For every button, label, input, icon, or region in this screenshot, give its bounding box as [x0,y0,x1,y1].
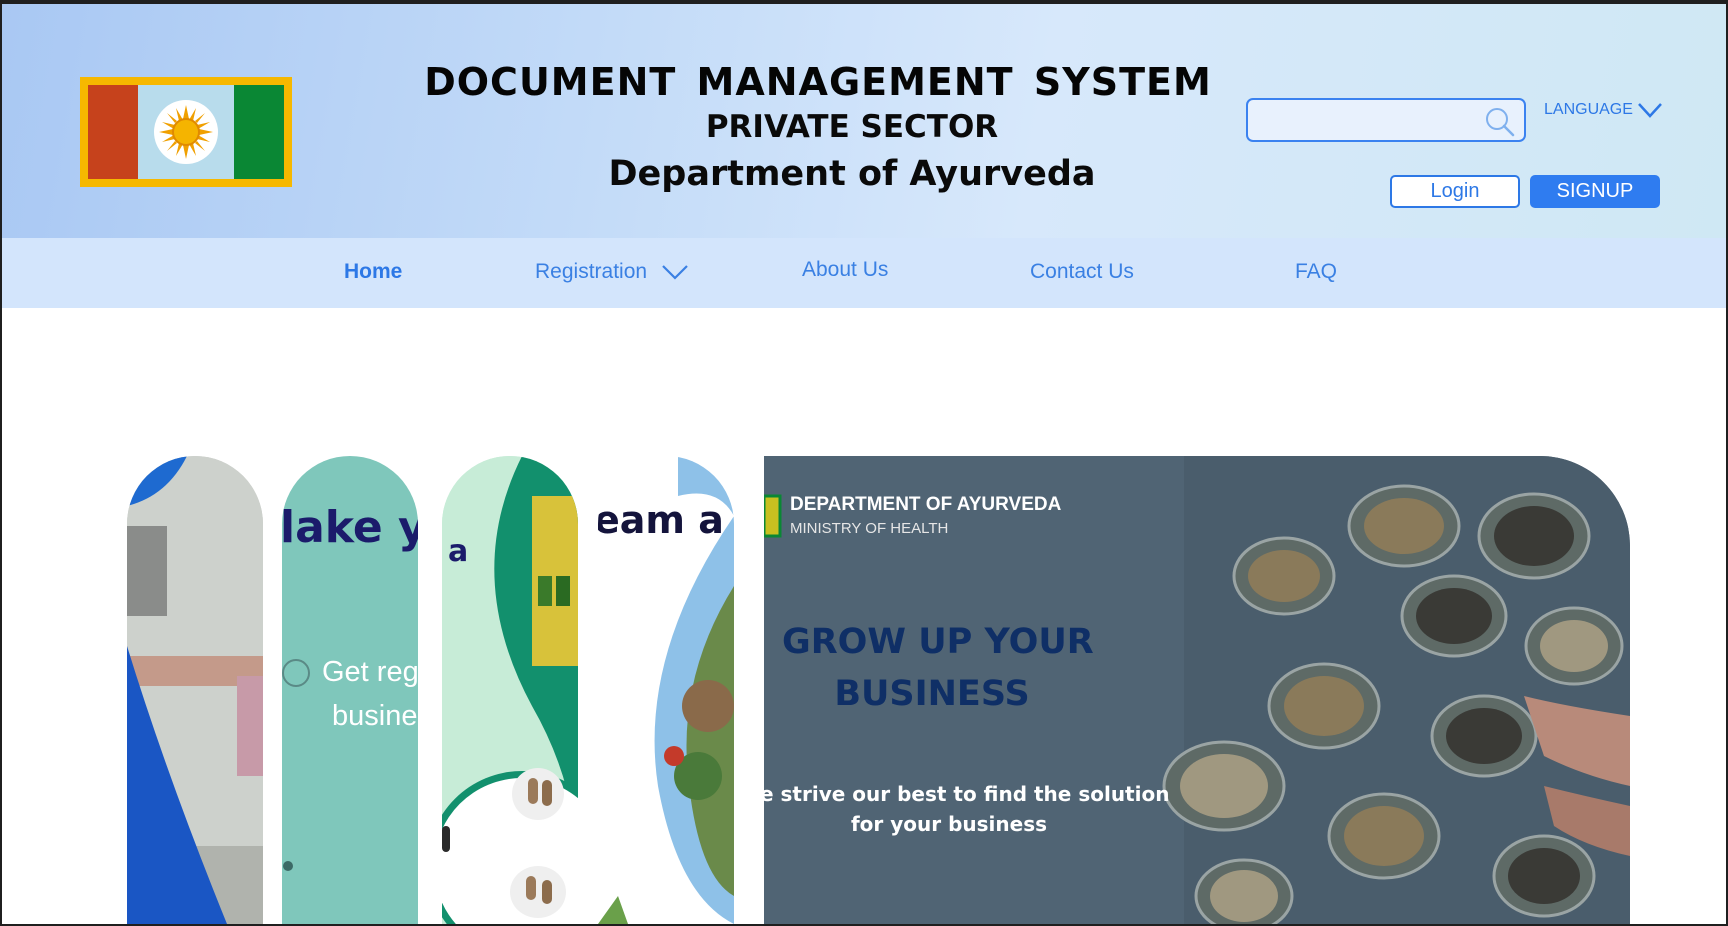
login-button[interactable]: Login [1390,175,1520,208]
nav-item-label: FAQ [1295,260,1338,283]
herbal-products-photo [442,456,578,924]
chevron-down-icon [662,265,688,280]
emblem-logo [80,77,292,187]
search-input[interactable] [1248,100,1468,140]
language-selector[interactable]: LANGUAGE [1544,101,1663,119]
card-heading: eam a [598,498,724,542]
signup-button[interactable]: SIGNUP [1530,175,1660,208]
nav-item-label: Contact Us [1030,260,1134,283]
tagline-line-1: e strive our best to find the solution [764,782,1170,806]
main-nav: Home Registration About Us Contact Us FA… [2,238,1726,308]
headline-line-2: BUSINESS [834,674,1030,714]
dot-icon [283,861,293,871]
logo-red-band [88,85,138,179]
circle-bullet-icon [282,659,310,687]
card-text-line-2: busine [332,700,418,732]
nav-item-home[interactable]: Home [344,260,402,284]
nav-item-contact-us[interactable]: Contact Us [1030,260,1134,284]
department-name: Department of Ayurveda [608,154,1096,194]
page: DOCUMENT MANAGEMENT SYSTEM PRIVATE SECTO… [2,4,1726,924]
page-title: DOCUMENT MANAGEMENT SYSTEM [424,60,1212,104]
ministry-name: MINISTRY OF HEALTH [790,520,949,537]
building-photo [127,456,263,924]
nav-item-registration[interactable]: Registration [535,260,689,284]
hero-carousel: lake yo Get reg busine [2,456,1726,924]
logo-center-band [138,85,234,179]
page-subtitle: PRIVATE SECTOR [705,109,999,145]
headline-line-1: GROW UP YOUR [782,622,1094,662]
carousel-card-2[interactable]: lake yo Get reg busine [282,456,418,924]
search-icon[interactable] [1484,106,1516,138]
language-label: LANGUAGE [1544,101,1633,118]
carousel-card-main[interactable]: DEPARTMENT OF AYURVEDA MINISTRY OF HEALT… [764,456,1630,924]
carousel-card-1[interactable] [127,456,263,924]
nav-item-about-us[interactable]: About Us [802,258,888,282]
site-header: DOCUMENT MANAGEMENT SYSTEM PRIVATE SECTO… [2,4,1726,238]
card-heading: lake yo [282,502,418,553]
carousel-card-4[interactable]: eam a [598,456,734,924]
card-text: a [448,534,469,569]
tagline-line-2: for your business [850,812,1048,836]
org-name: DEPARTMENT OF AYURVEDA [790,494,1062,515]
chevron-down-icon [1638,103,1662,118]
nav-item-label: Registration [535,260,648,283]
logo-green-band [234,85,284,179]
search-box [1246,98,1526,142]
carousel-card-3[interactable]: a [442,456,578,924]
nav-item-faq[interactable]: FAQ [1295,260,1337,284]
nav-item-label: About Us [802,258,889,281]
nav-item-label: Home [344,260,403,283]
card-text-line-1: Get reg [322,656,418,688]
sun-emblem-icon [154,100,218,164]
